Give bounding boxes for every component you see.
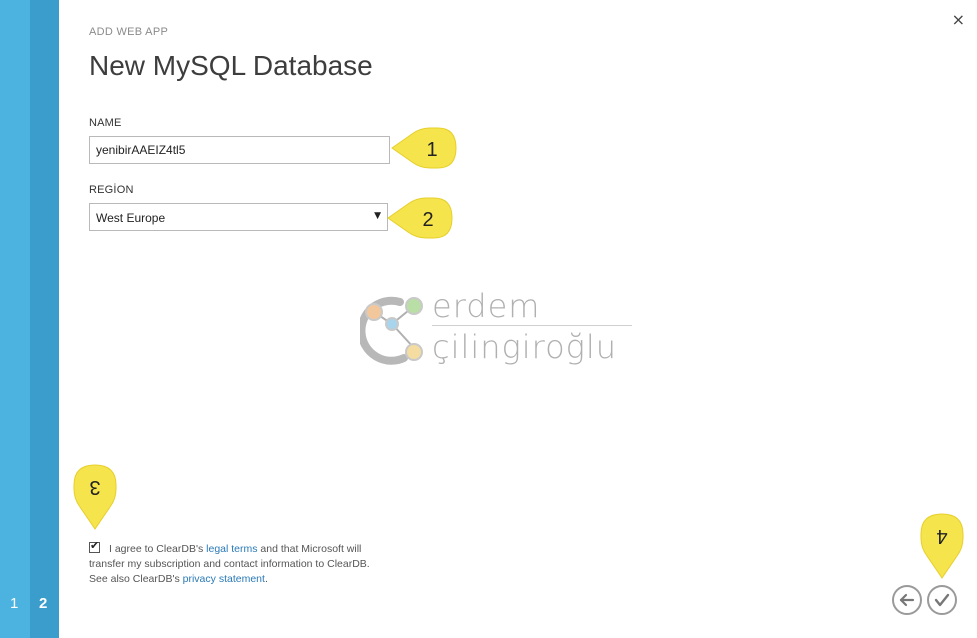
callout-label-1: 1 <box>426 139 437 161</box>
back-button[interactable] <box>892 585 922 615</box>
watermark-logo-icon <box>360 296 423 365</box>
region-select[interactable]: West Europe ▼ <box>89 203 388 231</box>
dropdown-arrow-icon: ▼ <box>374 211 381 221</box>
name-label: NAME <box>89 117 122 129</box>
callout-label-4: 4 <box>936 525 947 547</box>
callout-label-2: 2 <box>422 209 433 231</box>
agreement-text-part3: . <box>264 573 268 585</box>
wizard-step-2[interactable]: 2 <box>39 595 47 612</box>
watermark-text-line1: erdem <box>432 287 541 325</box>
agreement-text-part1: I agree to ClearDB's <box>109 543 207 555</box>
region-selected-value: West Europe <box>96 211 166 225</box>
page-title: New MySQL Database <box>89 50 373 81</box>
legal-terms-link[interactable]: legal terms <box>206 543 257 555</box>
callout-marker-3: 3 <box>73 464 117 530</box>
name-input[interactable] <box>89 136 390 164</box>
close-button[interactable]: × <box>952 10 965 29</box>
wizard-step-rail <box>0 0 30 638</box>
wizard-step-1[interactable]: 1 <box>10 595 18 612</box>
dialog-pre-title: ADD WEB APP <box>89 26 169 38</box>
check-icon <box>934 593 950 607</box>
complete-button[interactable] <box>927 585 957 615</box>
privacy-statement-link[interactable]: privacy statement <box>183 573 265 585</box>
callout-marker-2: 2 <box>387 197 453 239</box>
wizard-step-rail-active <box>30 0 59 638</box>
callout-label-3: 3 <box>89 476 100 498</box>
arrow-left-icon <box>899 593 915 607</box>
callout-marker-4: 4 <box>920 513 964 579</box>
region-label: REGİON <box>89 184 134 196</box>
agreement-text: I agree to ClearDB's legal terms and tha… <box>89 542 389 587</box>
callout-marker-1: 1 <box>391 127 457 169</box>
watermark-text-line2: çilingiroğlu <box>432 328 618 366</box>
watermark-divider <box>432 325 632 326</box>
